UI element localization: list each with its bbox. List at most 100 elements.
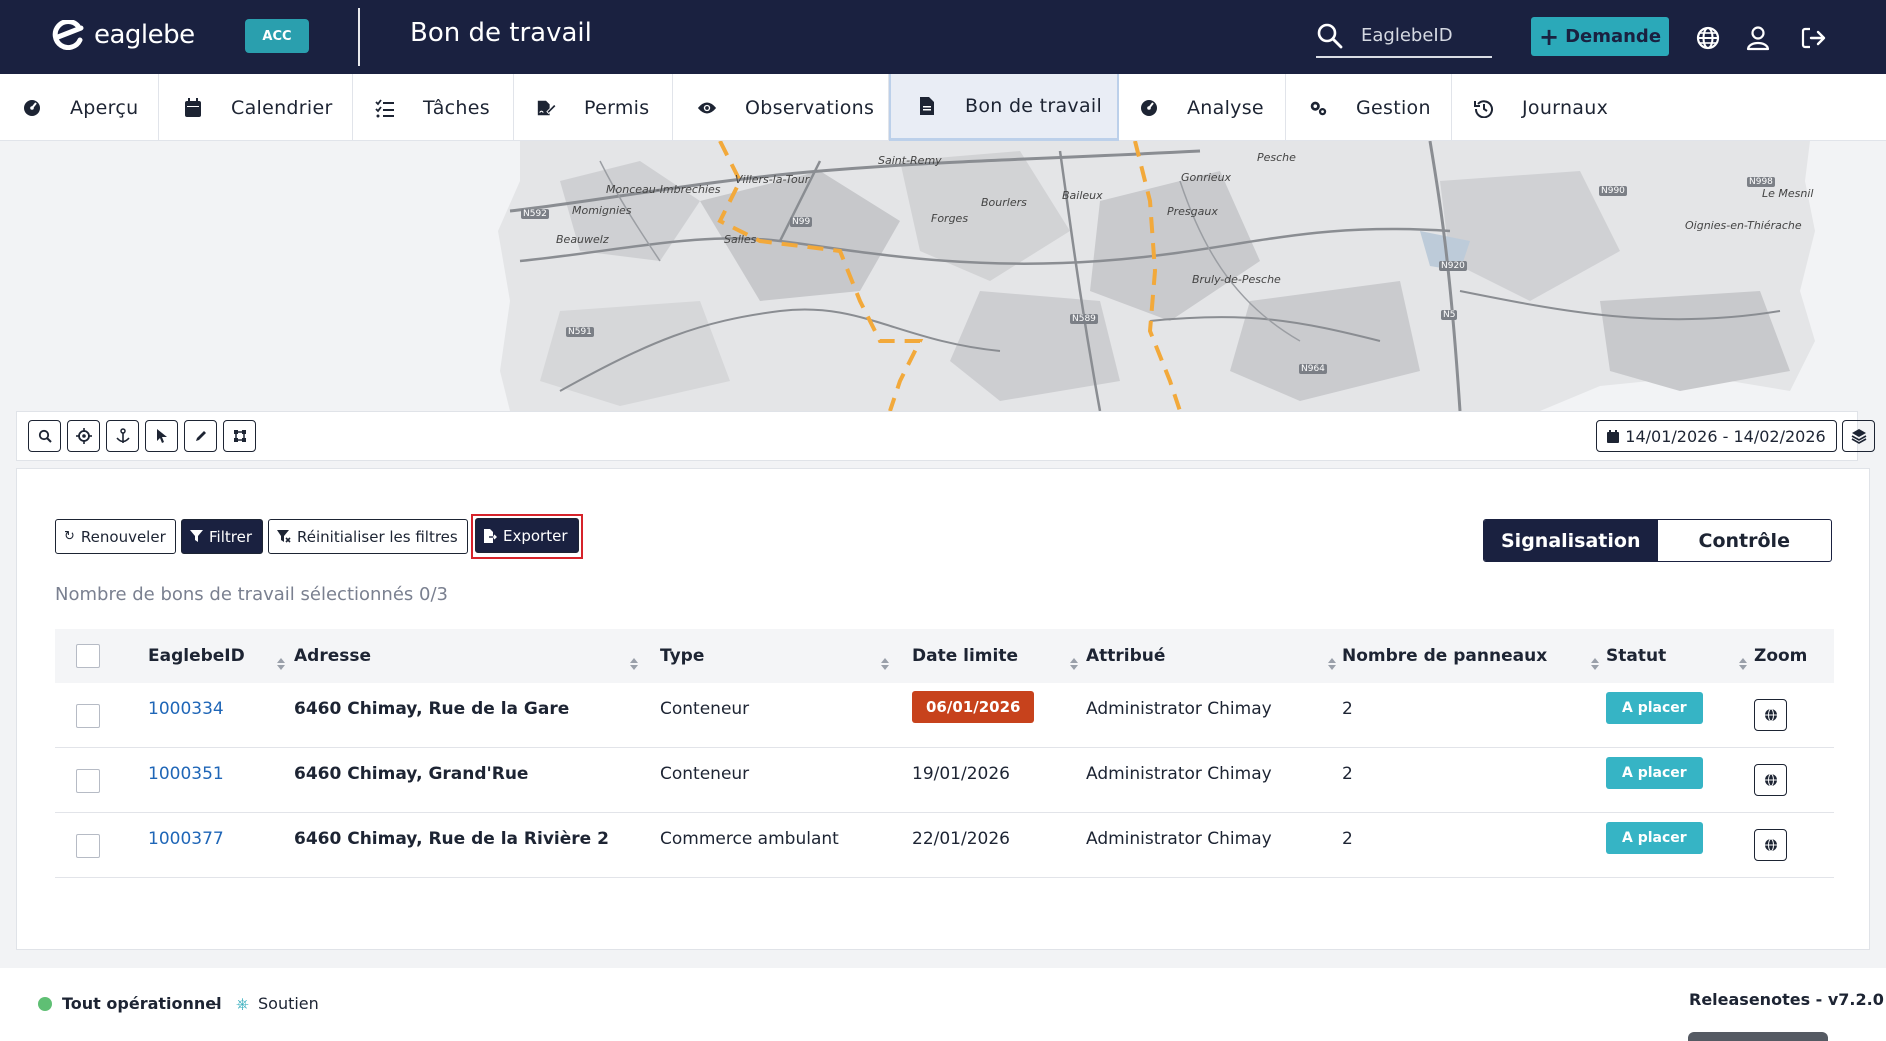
nav-item-permis[interactable]: Permis xyxy=(514,74,673,141)
work-orders-table: EaglebeID Adresse Type Date limite Attri… xyxy=(55,629,1834,878)
sort-icon[interactable] xyxy=(880,657,890,671)
eaglebe-id-search xyxy=(1316,14,1492,58)
system-status[interactable]: Tout opérationnel xyxy=(62,994,222,1013)
nav-label: Journaux xyxy=(1522,96,1609,119)
zoom-cell xyxy=(1754,829,1787,861)
selection-count: Nombre de bons de travail sélectionnés 0… xyxy=(55,584,448,605)
map-place-label: Saint-Remy xyxy=(878,154,942,167)
tab-signalisation[interactable]: Signalisation xyxy=(1484,520,1658,561)
road-number: N964 xyxy=(1299,364,1327,374)
sort-icon[interactable] xyxy=(629,657,639,671)
assignee-cell: Administrator Chimay xyxy=(1086,829,1272,849)
tab-controle[interactable]: Contrôle xyxy=(1658,520,1832,561)
road-number: N99 xyxy=(790,217,813,227)
column-header-attribue[interactable]: Attribué xyxy=(1086,646,1165,666)
column-header-nombre-panneaux[interactable]: Nombre de panneaux xyxy=(1342,646,1547,666)
filter-button[interactable]: Filtrer xyxy=(181,519,263,554)
road-number: N591 xyxy=(566,327,594,337)
map-anchor-button[interactable] xyxy=(106,420,139,452)
status-badge: A placer xyxy=(1606,757,1703,789)
nav-item-taches[interactable]: Tâches xyxy=(353,74,514,141)
map-place-label: Pesche xyxy=(1257,151,1296,164)
map-locate-button[interactable] xyxy=(67,420,100,452)
table-row[interactable]: 1000334 6460 Chimay, Rue de la Gare Cont… xyxy=(55,683,1834,748)
zoom-button[interactable] xyxy=(1754,764,1787,796)
search-icon[interactable] xyxy=(1316,22,1344,50)
sort-icon[interactable] xyxy=(276,657,286,671)
row-checkbox[interactable] xyxy=(76,704,100,728)
search-icon xyxy=(38,429,52,443)
view-toggle: Signalisation Contrôle xyxy=(1483,519,1832,562)
table-row[interactable]: 1000377 6460 Chimay, Rue de la Rivière 2… xyxy=(55,813,1834,878)
column-header-statut[interactable]: Statut xyxy=(1606,646,1666,666)
status-badge: A placer xyxy=(1606,692,1703,724)
gears-icon xyxy=(1308,98,1328,118)
column-header-eaglebeid[interactable]: EaglebeID xyxy=(148,646,245,666)
eaglebe-id-link[interactable]: 1000377 xyxy=(148,829,224,849)
zoom-button[interactable] xyxy=(1754,699,1787,731)
checklist-icon xyxy=(375,98,395,118)
eaglebe-id-link[interactable]: 1000351 xyxy=(148,764,224,784)
nav-label: Calendrier xyxy=(231,96,333,119)
nav-item-analyse[interactable]: Analyse xyxy=(1119,74,1286,141)
row-checkbox[interactable] xyxy=(76,769,100,793)
eaglebe-id-link[interactable]: 1000334 xyxy=(148,699,224,719)
map-view[interactable]: Saint-Remy Pesche Villers-la-Tour Moncea… xyxy=(0,141,1886,411)
column-header-date-limite[interactable]: Date limite xyxy=(912,646,1018,666)
address-cell: 6460 Chimay, Rue de la Rivière 2 xyxy=(294,829,609,849)
column-header-type[interactable]: Type xyxy=(660,646,704,666)
scroll-to-top-handle[interactable] xyxy=(1688,1032,1828,1041)
main-navigation: Aperçu Calendrier Tâches Permis Observat… xyxy=(0,74,1886,141)
release-notes-link[interactable]: Releasenotes - v7.2.0 xyxy=(1689,990,1884,1009)
user-icon[interactable] xyxy=(1744,24,1772,52)
refresh-button[interactable]: ↻ Renouveler xyxy=(55,519,176,554)
map-toolbar: 14/01/2026 - 14/02/2026 xyxy=(16,411,1875,461)
export-button[interactable]: Exporter xyxy=(475,518,579,553)
column-header-adresse[interactable]: Adresse xyxy=(294,646,371,666)
select-all-checkbox[interactable] xyxy=(76,644,100,668)
status-cell: A placer xyxy=(1606,692,1703,724)
reset-filters-button[interactable]: Réinitialiser les filtres xyxy=(268,519,468,554)
map-layers-button[interactable] xyxy=(1842,420,1875,452)
table-row[interactable]: 1000351 6460 Chimay, Grand'Rue Conteneur… xyxy=(55,748,1834,813)
nav-item-journaux[interactable]: Journaux xyxy=(1452,74,1632,141)
logout-icon[interactable] xyxy=(1799,24,1827,52)
nav-item-apercu[interactable]: Aperçu xyxy=(0,74,159,141)
sort-icon[interactable] xyxy=(1590,657,1600,671)
sort-icon[interactable] xyxy=(1327,657,1337,671)
panel-count-cell: 2 xyxy=(1342,764,1353,784)
zoom-button[interactable] xyxy=(1754,829,1787,861)
anchor-icon xyxy=(115,428,130,443)
plus-icon: + xyxy=(1538,22,1560,51)
new-request-button[interactable]: + Demande xyxy=(1531,17,1669,56)
road-number: N990 xyxy=(1599,186,1627,196)
nav-label: Observations xyxy=(745,96,875,119)
nav-item-calendrier[interactable]: Calendrier xyxy=(159,74,353,141)
globe-icon xyxy=(1764,773,1777,787)
cursor-icon xyxy=(156,429,167,443)
road-number: N920 xyxy=(1439,261,1467,271)
nav-item-gestion[interactable]: Gestion xyxy=(1286,74,1452,141)
row-checkbox[interactable] xyxy=(76,834,100,858)
nav-item-bon-de-travail[interactable]: Bon de travail xyxy=(889,74,1119,141)
sort-icon[interactable] xyxy=(1738,657,1748,671)
status-cell: A placer xyxy=(1606,757,1703,789)
date-range-picker[interactable]: 14/01/2026 - 14/02/2026 xyxy=(1596,420,1837,452)
nav-label: Bon de travail xyxy=(965,95,1103,117)
history-icon xyxy=(1474,98,1494,118)
map-select-button[interactable] xyxy=(145,420,178,452)
eaglebe-logo[interactable]: eaglebe xyxy=(48,20,195,50)
headset-icon: ⎈ xyxy=(236,994,249,1013)
type-cell: Commerce ambulant xyxy=(660,829,839,849)
sort-icon[interactable] xyxy=(1069,657,1079,671)
support-link[interactable]: Soutien xyxy=(258,994,319,1013)
globe-icon xyxy=(1764,838,1777,852)
nav-item-observations[interactable]: Observations xyxy=(673,74,889,141)
zoom-cell xyxy=(1754,764,1787,796)
map-area-button[interactable] xyxy=(223,420,256,452)
map-draw-button[interactable] xyxy=(184,420,217,452)
search-input[interactable] xyxy=(1361,24,1491,46)
gauge-icon xyxy=(1139,98,1159,118)
map-search-button[interactable] xyxy=(28,420,61,452)
globe-icon[interactable] xyxy=(1694,24,1722,52)
